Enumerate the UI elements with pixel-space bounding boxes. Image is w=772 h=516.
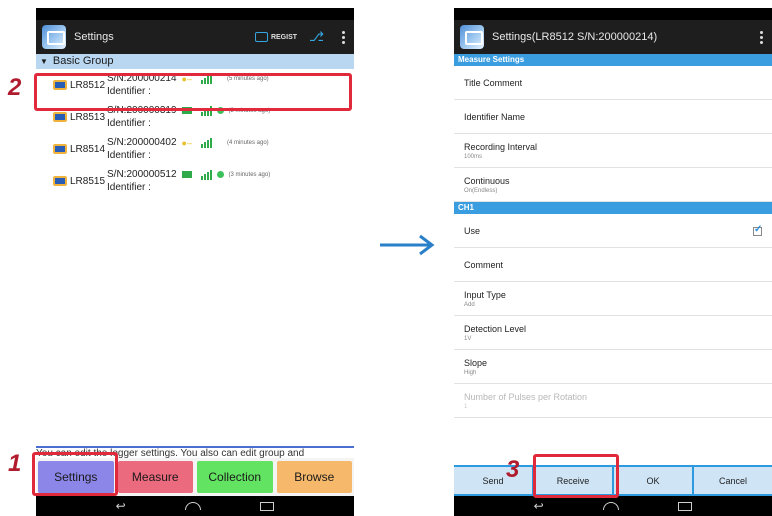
logger-serial-line: S/N:200000512 (3 minutes ago) bbox=[107, 169, 270, 180]
setting-label: Use bbox=[464, 225, 481, 236]
setting-value: Add bbox=[464, 301, 475, 308]
setting-value: High bbox=[464, 369, 477, 376]
logger-device-icon bbox=[53, 144, 67, 154]
setting-value: 100ms bbox=[464, 153, 483, 160]
last-seen: (3 minutes ago) bbox=[228, 171, 271, 178]
back-icon[interactable]: ↩ bbox=[116, 499, 126, 513]
regist-label: REGIST bbox=[270, 33, 298, 41]
setting-value: 1V bbox=[464, 335, 472, 342]
setting-label: Input Type bbox=[464, 289, 506, 300]
logger-device-icon bbox=[53, 176, 67, 186]
logger-device-icon bbox=[53, 112, 67, 122]
action-bar: Settings REGIST ⎇ bbox=[36, 20, 354, 54]
system-nav-bar: ↩ bbox=[454, 496, 772, 516]
logger-model: LR8515 bbox=[70, 175, 106, 187]
highlight-settings-tab bbox=[32, 452, 118, 496]
phone-logger-settings: Settings(LR8512 S/N:200000214) Measure S… bbox=[454, 8, 772, 516]
logger-serial-line: S/N:200000402 ●‒ (4 minutes ago) bbox=[107, 137, 269, 148]
flow-arrow-icon bbox=[380, 234, 435, 256]
logger-identifier: Identifier : bbox=[107, 182, 151, 193]
setting-slope[interactable]: Slope High bbox=[454, 350, 772, 384]
status-dot-icon bbox=[216, 171, 224, 178]
system-nav-bar: ↩ bbox=[36, 496, 354, 516]
home-icon[interactable] bbox=[185, 502, 202, 510]
step-number-1: 1 bbox=[8, 450, 22, 477]
battery-badge-icon bbox=[181, 171, 192, 178]
setting-label: Comment bbox=[464, 259, 504, 270]
ok-button[interactable]: OK bbox=[614, 467, 692, 494]
setting-identifier-name[interactable]: Identifier Name bbox=[454, 100, 772, 134]
status-bar bbox=[454, 8, 772, 20]
logger-identifier: Identifier : bbox=[107, 118, 151, 129]
tutorial-figure: Settings REGIST ⎇ ▼ Basic Group LR8512 S/… bbox=[0, 0, 772, 516]
cancel-button[interactable]: Cancel bbox=[694, 467, 772, 494]
use-checkbox[interactable] bbox=[753, 224, 762, 236]
screen-title: Settings bbox=[74, 31, 114, 43]
send-button[interactable]: Send bbox=[454, 467, 532, 494]
step-number-3: 3 bbox=[506, 456, 520, 483]
overflow-menu-icon[interactable] bbox=[338, 30, 348, 44]
tab-collection[interactable]: Collection bbox=[197, 461, 273, 493]
status-bar bbox=[36, 8, 354, 20]
section-header-measure: Measure Settings bbox=[454, 54, 772, 66]
setting-recording-interval[interactable]: Recording Interval 100ms bbox=[454, 134, 772, 168]
group-header-label: Basic Group bbox=[52, 55, 114, 67]
setting-continuous[interactable]: Continuous On(Endless) bbox=[454, 168, 772, 202]
setting-detection-level[interactable]: Detection Level 1V bbox=[454, 316, 772, 350]
step-number-2: 2 bbox=[8, 74, 22, 101]
setting-label: Slope bbox=[464, 357, 488, 368]
recent-apps-icon[interactable] bbox=[260, 501, 275, 511]
logger-serial: S/N:200000512 bbox=[107, 169, 177, 180]
app-logo-icon bbox=[42, 25, 66, 49]
screen-title: Settings(LR8512 S/N:200000214) bbox=[492, 31, 658, 43]
signal-strength-icon bbox=[200, 137, 212, 148]
home-icon[interactable] bbox=[603, 502, 620, 510]
setting-value: On(Endless) bbox=[464, 187, 498, 194]
setting-comment[interactable]: Comment bbox=[454, 248, 772, 282]
setting-pulses-per-rotation: Number of Pulses per Rotation 1 bbox=[454, 384, 772, 418]
setting-input-type[interactable]: Input Type Add bbox=[454, 282, 772, 316]
setting-label: Detection Level bbox=[464, 323, 527, 334]
setting-label: Recording Interval bbox=[464, 141, 538, 152]
key-icon: ●‒ bbox=[181, 137, 192, 148]
logger-serial: S/N:200000402 bbox=[107, 137, 177, 148]
logger-model: LR8513 bbox=[70, 111, 106, 123]
setting-label: Identifier Name bbox=[464, 111, 526, 122]
logger-list-panel: ▼ Basic Group LR8512 S/N:200000214 ●‒ (5 … bbox=[36, 54, 354, 452]
logger-row-lr8515[interactable]: LR8515 S/N:200000512 (3 minutes ago) Ide… bbox=[36, 165, 354, 197]
settings-panel: Measure Settings Title Comment Identifie… bbox=[454, 54, 772, 465]
tab-browse[interactable]: Browse bbox=[276, 461, 352, 493]
app-logo-icon bbox=[460, 25, 484, 49]
logger-identifier: Identifier : bbox=[107, 150, 151, 161]
signal-strength-icon bbox=[200, 169, 212, 180]
logger-info: S/N:200000512 (3 minutes ago) Identifier… bbox=[107, 169, 270, 193]
setting-value: 1 bbox=[464, 403, 468, 410]
setting-use[interactable]: Use bbox=[454, 214, 772, 248]
logger-model: LR8514 bbox=[70, 143, 106, 155]
setting-title-comment[interactable]: Title Comment bbox=[454, 66, 772, 100]
back-icon[interactable]: ↩ bbox=[534, 499, 544, 513]
logger-row-lr8514[interactable]: LR8514 S/N:200000402 ●‒ (4 minutes ago) … bbox=[36, 133, 354, 165]
setting-label: Title Comment bbox=[464, 77, 523, 88]
highlight-logger-row bbox=[34, 73, 352, 111]
setting-label: Continuous bbox=[464, 175, 510, 186]
last-seen: (4 minutes ago) bbox=[226, 139, 269, 146]
highlight-receive-button bbox=[533, 454, 619, 498]
collapse-triangle-icon: ▼ bbox=[40, 57, 48, 66]
nfc-icon[interactable]: ⎇ bbox=[309, 29, 324, 45]
action-bar: Settings(LR8512 S/N:200000214) bbox=[454, 20, 772, 54]
overflow-menu-icon[interactable] bbox=[756, 30, 766, 44]
recent-apps-icon[interactable] bbox=[678, 501, 693, 511]
tab-measure[interactable]: Measure bbox=[117, 461, 193, 493]
regist-icon bbox=[254, 32, 268, 42]
group-header[interactable]: ▼ Basic Group bbox=[36, 54, 354, 69]
setting-label: Number of Pulses per Rotation bbox=[464, 391, 588, 402]
logger-info: S/N:200000402 ●‒ (4 minutes ago) Identif… bbox=[107, 137, 269, 161]
regist-button[interactable]: REGIST bbox=[254, 32, 298, 42]
section-header-ch1: CH1 bbox=[454, 202, 772, 214]
